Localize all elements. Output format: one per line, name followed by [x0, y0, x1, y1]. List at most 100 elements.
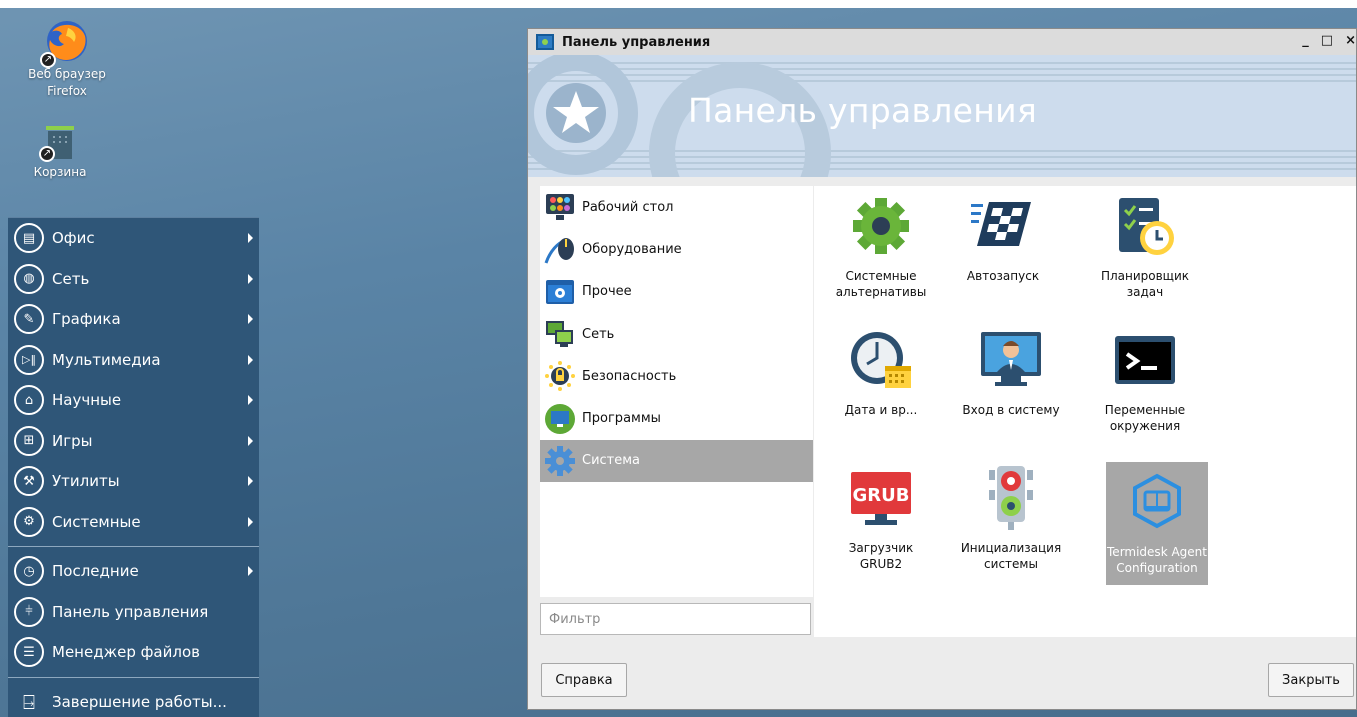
applet-login[interactable]: Вход в систему	[960, 320, 1062, 444]
hardware-mouse-icon	[544, 238, 574, 264]
category-network[interactable]: Сеть	[540, 313, 813, 355]
shortcut-arrow-icon: ↗	[40, 52, 56, 68]
desktop-icon-label: Корзина	[33, 165, 87, 179]
start-menu: ▤ Офис ◍ Сеть ✎ Графика ▷‖ Мультимедиа ⌂…	[8, 217, 259, 717]
menu-item-graphics[interactable]: ✎ Графика	[8, 299, 259, 340]
applet-environment-variables[interactable]: Переменные окружения	[1094, 320, 1196, 444]
exit-door-icon: ⍈	[23, 689, 35, 714]
menu-separator	[8, 676, 259, 678]
menu-item-file-manager[interactable]: ☰ Менеджер файлов	[8, 632, 259, 673]
menu-item-label: Мультимедиа	[52, 350, 161, 369]
login-user-icon	[981, 332, 1041, 386]
menu-item-label: Сеть	[52, 269, 90, 288]
applet-label: Termidesk Agent Configuration	[1107, 545, 1207, 575]
menu-item-label: Научные	[52, 391, 122, 410]
gear-icon: ⚙	[14, 506, 44, 537]
category-programs[interactable]: Программы	[540, 397, 813, 439]
control-panel-app-icon	[536, 34, 554, 50]
system-gear-icon	[545, 445, 575, 476]
category-system[interactable]: Система	[540, 439, 813, 483]
menu-item-office[interactable]: ▤ Офис	[8, 218, 259, 259]
applet-system-alternatives[interactable]: Системные альтернативы	[830, 186, 932, 310]
wrench-icon: ⚒	[14, 466, 44, 497]
applet-grub2-loader[interactable]: GRUB Загрузчик GRUB2	[830, 458, 932, 582]
grub-badge-text: GRUB	[853, 485, 910, 506]
applet-label: Автозапуск	[966, 269, 1040, 283]
category-label: Рабочий стол	[582, 199, 674, 215]
control-panel-window: Панель управления _ □ × Панель управлени…	[527, 28, 1357, 710]
menu-item-multimedia[interactable]: ▷‖ Мультимедиа	[8, 340, 259, 381]
applet-termidesk-agent[interactable]: Termidesk Agent Configuration	[1106, 462, 1208, 585]
menu-item-utilities[interactable]: ⚒ Утилиты	[8, 461, 259, 502]
desktop-icon-trash[interactable]: ↗ Корзина	[0, 124, 120, 181]
date-time-clock-icon	[851, 332, 911, 388]
category-label: Система	[582, 453, 641, 469]
menu-item-science[interactable]: ⌂ Научные	[8, 380, 259, 421]
menu-item-control-panel[interactable]: ⫩ Панель управления	[8, 592, 259, 633]
help-button[interactable]: Справка	[541, 663, 627, 697]
category-security[interactable]: Безопасность	[540, 355, 813, 397]
traffic-light-icon	[989, 466, 1033, 530]
window-titlebar[interactable]: Панель управления _ □ ×	[528, 29, 1356, 55]
menu-item-recent[interactable]: ◷ Последние	[8, 551, 259, 592]
submenu-arrow-icon	[248, 395, 253, 406]
desktop-icon-label: Веб браузер Firefox	[28, 67, 106, 98]
close-window-button[interactable]: ×	[1345, 33, 1356, 48]
submenu-arrow-icon	[248, 566, 253, 577]
programs-monitor-icon	[545, 403, 575, 434]
menu-item-label: Графика	[52, 310, 121, 329]
desktop-icon-firefox[interactable]: ↗ Веб браузер Firefox	[7, 18, 127, 100]
category-desktop[interactable]: Рабочий стол	[540, 186, 813, 228]
desktop-palette-icon	[546, 194, 574, 221]
banner-title: Панель управления	[688, 91, 1038, 130]
menu-item-label: Игры	[52, 431, 93, 450]
applet-label: Вход в систему	[962, 403, 1060, 417]
applet-system-init[interactable]: Инициализация системы	[960, 458, 1062, 582]
menu-item-system[interactable]: ⚙ Системные	[8, 502, 259, 543]
category-label: Прочее	[582, 284, 632, 300]
menu-item-network[interactable]: ◍ Сеть	[8, 259, 259, 300]
file-manager-icon: ☰	[14, 637, 44, 668]
applet-autostart[interactable]: Автозапуск	[952, 186, 1054, 310]
applet-date-time[interactable]: Дата и вр...	[830, 320, 932, 444]
applet-label: Инициализация системы	[960, 541, 1062, 571]
menu-item-label: Панель управления	[52, 602, 209, 621]
window-controls: _ □ ×	[1302, 33, 1356, 48]
applet-label: Системные альтернативы	[835, 269, 927, 299]
menu-item-label: Утилиты	[52, 472, 120, 491]
close-button[interactable]: Закрыть	[1268, 663, 1354, 697]
network-monitors-icon	[546, 321, 573, 348]
menu-item-games[interactable]: ⊞ Игры	[8, 421, 259, 462]
submenu-arrow-icon	[248, 435, 253, 446]
category-label: Безопасность	[582, 368, 677, 384]
network-globe-icon: ◍	[14, 263, 44, 294]
submenu-arrow-icon	[248, 273, 253, 284]
submenu-arrow-icon	[248, 476, 253, 487]
clock-icon: ◷	[14, 556, 44, 587]
applet-label: Переменные окружения	[1104, 403, 1186, 433]
category-hardware[interactable]: Оборудование	[540, 228, 813, 270]
category-label: Программы	[582, 411, 661, 427]
menu-item-label: Последние	[52, 562, 139, 581]
misc-gear-window-icon	[546, 279, 574, 304]
menu-item-label: Завершение работы...	[52, 692, 227, 711]
category-misc[interactable]: Прочее	[540, 271, 813, 313]
applet-label: Планировщик задач	[1100, 269, 1190, 299]
task-scheduler-icon	[1119, 198, 1174, 255]
applet-label: Дата и вр...	[844, 403, 918, 417]
submenu-arrow-icon	[248, 314, 253, 325]
shortcut-arrow-icon: ↗	[39, 146, 55, 162]
trash-icon: ↗	[39, 124, 75, 162]
menu-item-label: Системные	[52, 512, 141, 531]
menu-item-shutdown[interactable]: ⍈ Завершение работы...	[8, 682, 259, 717]
minimize-button[interactable]: _	[1302, 33, 1309, 48]
submenu-arrow-icon	[248, 516, 253, 527]
applet-label: Загрузчик GRUB2	[848, 541, 914, 571]
category-list: Рабочий стол Оборудование Прочее Сеть Бе…	[540, 186, 813, 597]
terminal-icon	[1115, 336, 1175, 384]
termidesk-hexagon-icon	[1133, 473, 1181, 529]
applet-task-scheduler[interactable]: Планировщик задач	[1094, 186, 1196, 310]
maximize-button[interactable]: □	[1321, 33, 1333, 48]
sliders-icon: ⫩	[14, 596, 44, 627]
filter-input[interactable]	[540, 603, 811, 635]
